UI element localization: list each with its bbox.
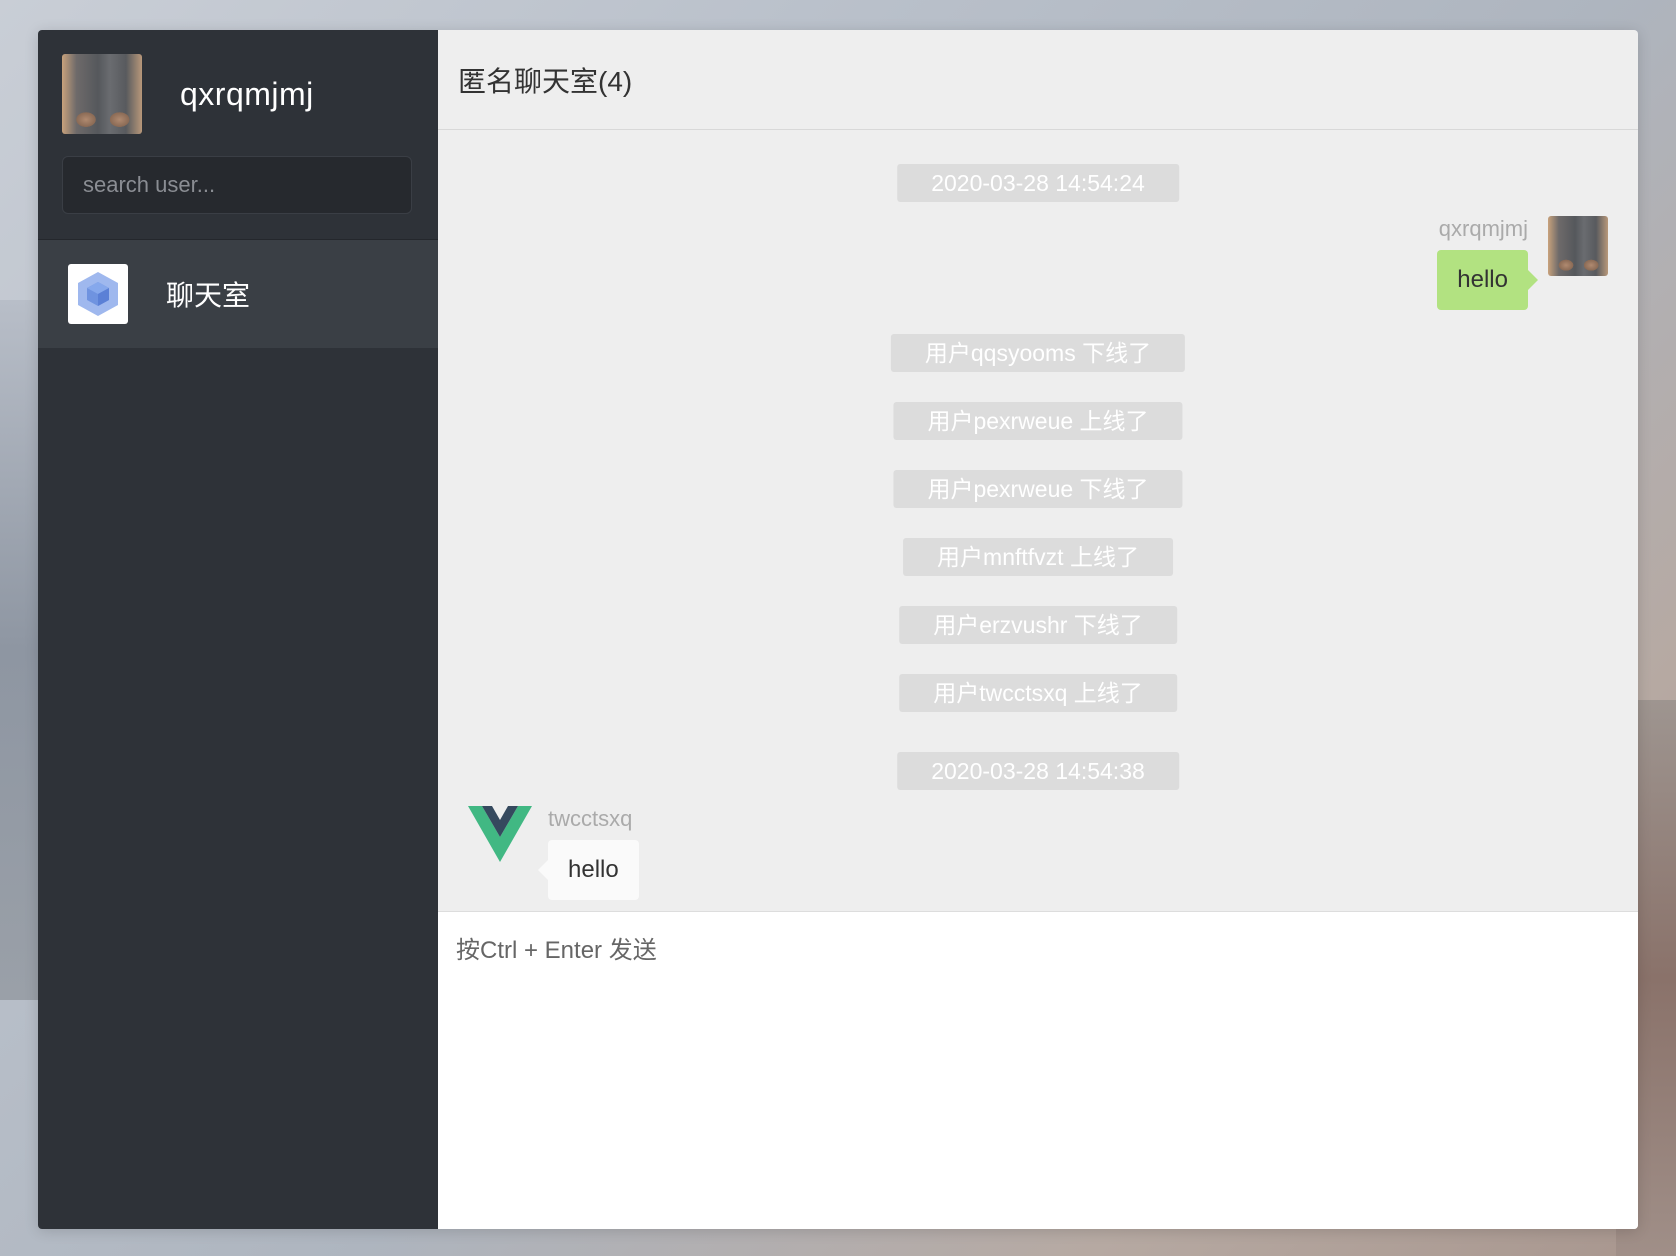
message-bubble: hello bbox=[1437, 250, 1538, 310]
system-notice: 用户pexrweue 下线了 bbox=[893, 470, 1183, 508]
message-self: qxrqmjmj hello bbox=[1437, 216, 1608, 310]
sidebar-item-chatroom[interactable]: 聊天室 bbox=[38, 240, 438, 348]
message-sender: twcctsxq bbox=[548, 806, 633, 831]
system-notice: 用户twcctsxq 上线了 bbox=[899, 674, 1177, 712]
chat-window: qxrqmjmj 聊天室 匿名聊天室(4) 2020-03-28 14:54:2… bbox=[38, 30, 1638, 1229]
profile-panel: qxrqmjmj bbox=[38, 30, 438, 240]
chat-main: 匿名聊天室(4) 2020-03-28 14:54:24 qxrqmjmj he… bbox=[438, 30, 1638, 1229]
search-input[interactable] bbox=[62, 156, 412, 214]
message-bubble: hello bbox=[538, 840, 639, 900]
chat-title: 匿名聊天室(4) bbox=[438, 30, 1638, 130]
message-list: 2020-03-28 14:54:24 qxrqmjmj hello 用户qqs… bbox=[438, 130, 1638, 911]
system-notice: 用户pexrweue 上线了 bbox=[893, 402, 1183, 440]
sender-avatar[interactable] bbox=[1548, 216, 1608, 276]
message-sender: qxrqmjmj bbox=[1438, 216, 1528, 241]
composer bbox=[438, 911, 1638, 1229]
system-notice: 用户qqsyooms 下线了 bbox=[890, 334, 1186, 372]
timestamp-pill: 2020-03-28 14:54:38 bbox=[897, 752, 1179, 790]
username: qxrqmjmj bbox=[180, 75, 314, 112]
message-other: twcctsxq hello bbox=[468, 806, 639, 900]
system-notice: 用户erzvushr 下线了 bbox=[899, 606, 1177, 644]
sidebar: qxrqmjmj 聊天室 bbox=[38, 30, 438, 1229]
message-input[interactable] bbox=[456, 930, 1620, 1211]
vue-logo-icon[interactable] bbox=[468, 806, 532, 862]
cube-icon bbox=[68, 264, 128, 324]
profile-row: qxrqmjmj bbox=[62, 54, 414, 134]
room-name: 聊天室 bbox=[166, 280, 251, 311]
system-notice: 用户mnftfvzt 上线了 bbox=[903, 538, 1173, 576]
timestamp-pill: 2020-03-28 14:54:24 bbox=[897, 164, 1179, 202]
user-avatar[interactable] bbox=[62, 54, 142, 134]
